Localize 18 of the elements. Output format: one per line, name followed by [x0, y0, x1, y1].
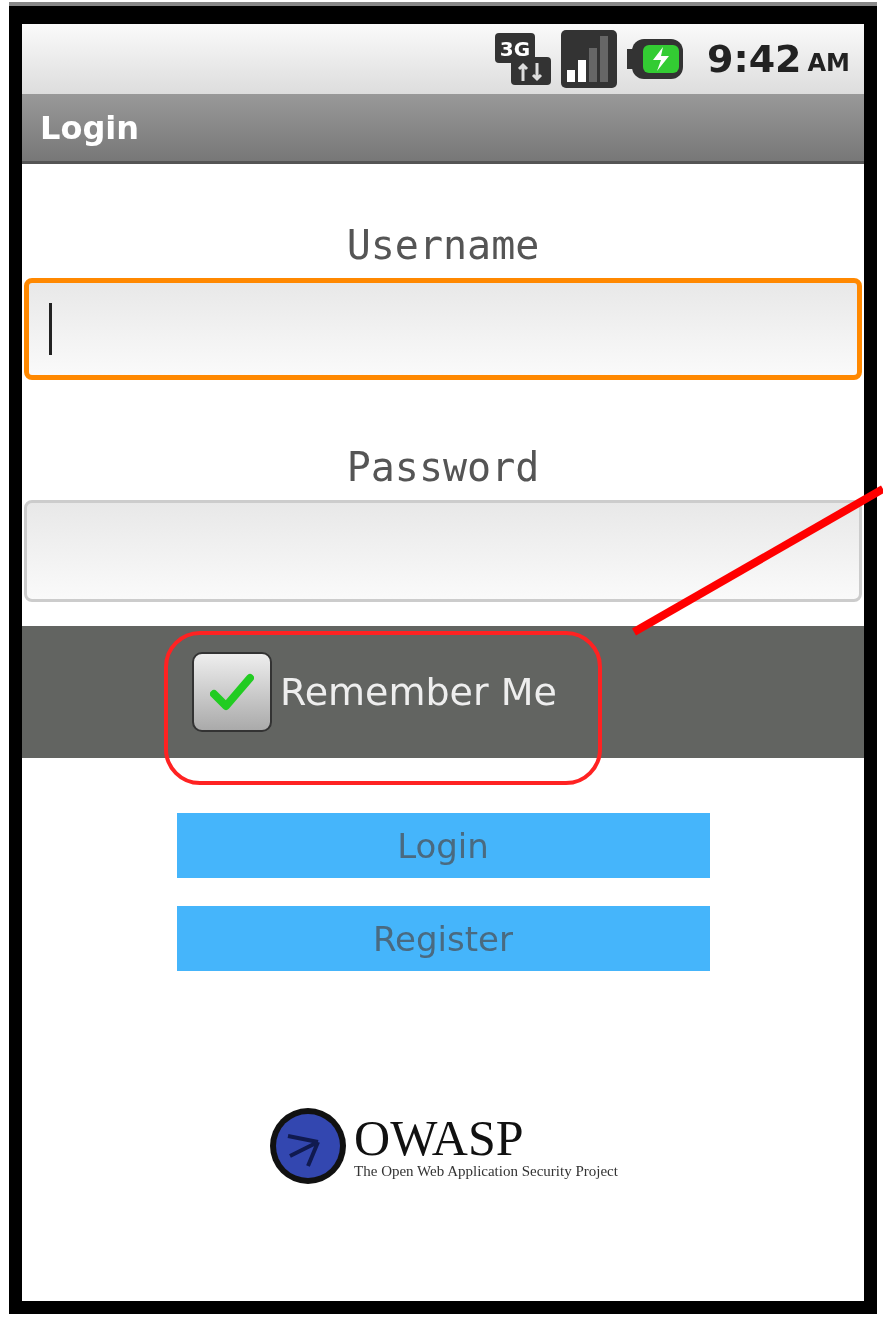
- input-field[interactable]: [24, 278, 862, 380]
- signal-icon: [561, 30, 617, 88]
- checkmark-icon: [210, 672, 254, 712]
- logo-tagline: The Open Web Application Security Project: [354, 1162, 618, 1180]
- action-button[interactable]: Register: [176, 906, 710, 971]
- clock: 9:42: [707, 37, 802, 81]
- logo-icon: [268, 1106, 349, 1186]
- field-label: Password: [346, 444, 540, 490]
- input-field[interactable]: [24, 500, 862, 602]
- action-button[interactable]: Login: [176, 813, 710, 878]
- screen-title: Login: [40, 108, 140, 147]
- checkbox[interactable]: [192, 652, 272, 732]
- text-cursor: [49, 303, 52, 355]
- logo-name: OWASP: [354, 1112, 525, 1163]
- field-label: Username: [346, 222, 540, 268]
- battery-icon: [627, 39, 683, 79]
- checkbox-label: Remember Me: [280, 670, 557, 714]
- clock-period: AM: [807, 49, 850, 77]
